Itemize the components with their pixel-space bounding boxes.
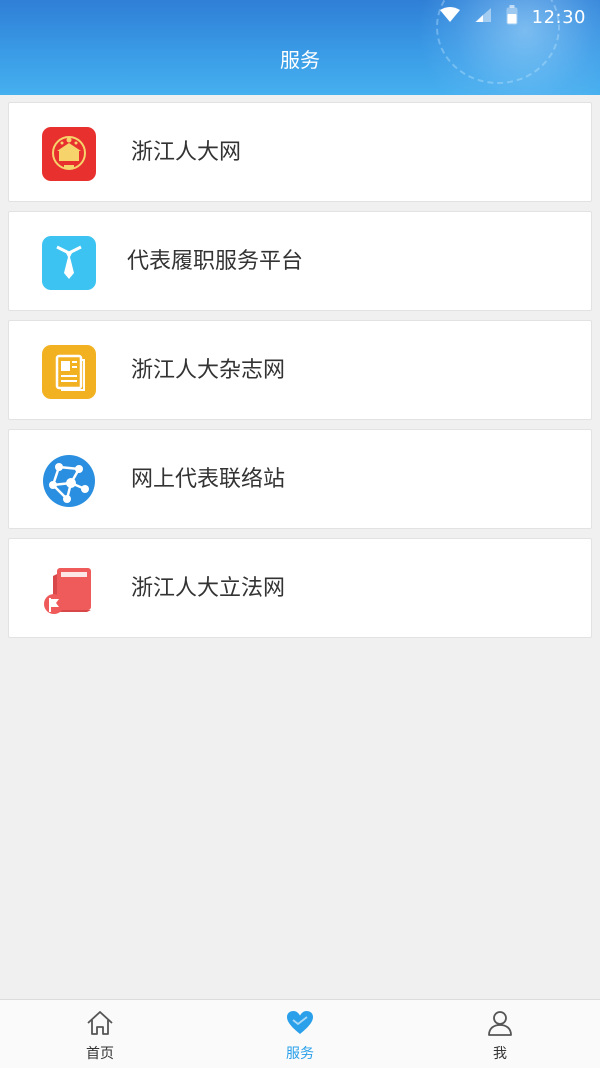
service-label: 浙江人大立法网 xyxy=(131,576,286,601)
service-list: 浙江人大网 代表履职服务平台 浙江人大杂志网 网上代表联络站 浙江人大立法网 xyxy=(8,102,592,647)
wifi-icon xyxy=(439,7,460,27)
page-title: 服务 xyxy=(280,48,320,72)
service-item-npc-magazine[interactable]: 浙江人大杂志网 xyxy=(8,320,592,420)
home-icon xyxy=(86,1010,114,1040)
tab-me[interactable]: 我 xyxy=(400,1000,600,1068)
network-globe-icon xyxy=(41,453,97,509)
law-book-icon xyxy=(41,562,97,618)
status-bar: 12:30 xyxy=(0,0,600,34)
national-emblem-icon xyxy=(41,126,97,182)
status-time: 12:30 xyxy=(531,6,586,28)
app-header: 12:30 服务 xyxy=(0,0,600,95)
service-item-deputy-platform[interactable]: 代表履职服务平台 xyxy=(8,211,592,311)
service-label: 网上代表联络站 xyxy=(131,467,286,492)
tie-icon xyxy=(41,235,97,291)
service-label: 浙江人大网 xyxy=(131,140,242,165)
bottom-tab-bar: 首页 服务 我 xyxy=(0,999,600,1068)
tab-label: 服务 xyxy=(286,1046,314,1062)
tab-label: 我 xyxy=(493,1046,507,1062)
magazine-icon xyxy=(41,344,97,400)
service-item-online-liaison[interactable]: 网上代表联络站 xyxy=(8,429,592,529)
tab-label: 首页 xyxy=(86,1046,114,1062)
service-item-npc-legislation[interactable]: 浙江人大立法网 xyxy=(8,538,592,638)
service-label: 代表履职服务平台 xyxy=(127,249,304,274)
tab-home[interactable]: 首页 xyxy=(0,1000,200,1068)
tab-services[interactable]: 服务 xyxy=(200,1000,400,1068)
person-icon xyxy=(487,1010,513,1040)
battery-icon xyxy=(506,5,518,29)
service-item-zhejiang-npc-site[interactable]: 浙江人大网 xyxy=(8,102,592,202)
heart-icon xyxy=(286,1010,314,1040)
signal-icon xyxy=(474,7,492,27)
service-label: 浙江人大杂志网 xyxy=(131,358,286,383)
